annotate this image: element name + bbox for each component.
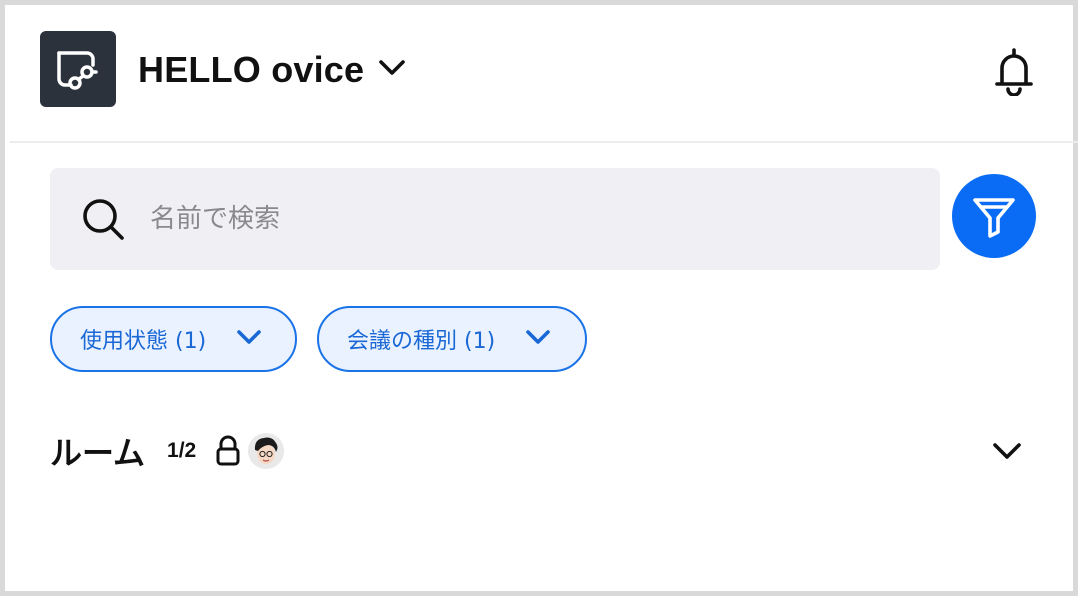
search-icon [80, 196, 126, 242]
app-window: HELLO ovice 名前で検索 使用状態 (1) 会議の種別 (1) ルーム… [0, 0, 1078, 596]
search-box[interactable] [50, 168, 940, 270]
bell-icon[interactable] [990, 44, 1038, 98]
workspace-switcher[interactable]: HELLO ovice [138, 46, 406, 94]
avatar[interactable] [248, 433, 285, 469]
chip-label: 使用状態 (1) [80, 329, 207, 354]
filter-chips: 使用状態 (1) 会議の種別 (1) [50, 306, 587, 372]
filter-button[interactable] [952, 174, 1036, 258]
workspace-name: HELLO ovice [138, 49, 365, 90]
chevron-down-icon [525, 329, 551, 350]
lock-icon [214, 434, 242, 468]
funnel-icon [973, 198, 1015, 238]
room-title: ルーム [50, 434, 146, 472]
chip-usage-status[interactable]: 使用状態 (1) [50, 306, 297, 372]
chip-meeting-type[interactable]: 会議の種別 (1) [317, 306, 587, 372]
chevron-down-icon[interactable] [989, 433, 1025, 469]
room-occupancy-count: 1/2 [167, 439, 197, 462]
ovice-logo-icon[interactable] [40, 31, 116, 107]
search-input[interactable] [150, 189, 940, 249]
chip-label: 会議の種別 (1) [347, 329, 496, 354]
chevron-down-icon [236, 329, 262, 350]
chevron-down-icon [378, 59, 406, 82]
room-section-header[interactable]: ルーム 1/2 [50, 425, 1035, 477]
header: HELLO ovice [10, 10, 1078, 143]
